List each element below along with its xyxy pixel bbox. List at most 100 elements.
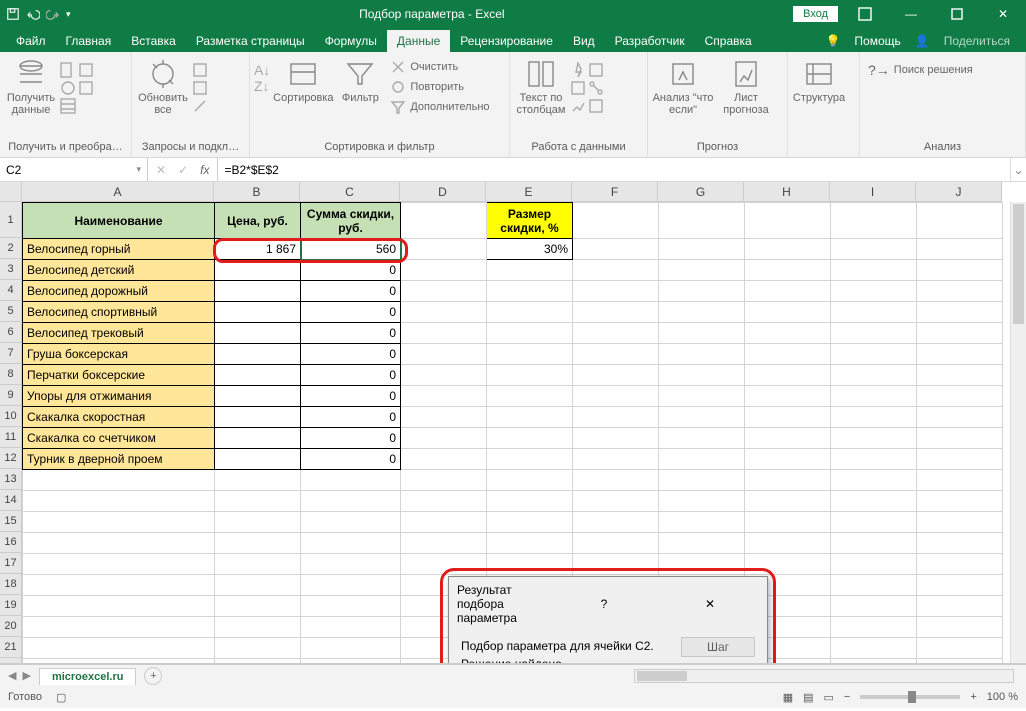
cell-F5[interactable] [573, 302, 659, 323]
sheet-tab-active[interactable]: microexcel.ru [39, 668, 137, 685]
cell-A18[interactable] [23, 575, 215, 596]
row-header-4[interactable]: 4 [0, 280, 22, 301]
col-header-H[interactable]: H [744, 182, 830, 202]
cell-D4[interactable] [401, 281, 487, 302]
cell-H16[interactable] [745, 533, 831, 554]
cell-D16[interactable] [401, 533, 487, 554]
cell-A5[interactable]: Велосипед спортивный [23, 302, 215, 323]
cell-A7[interactable]: Груша боксерская [23, 344, 215, 365]
cell-J13[interactable] [917, 470, 1003, 491]
cell-H8[interactable] [745, 365, 831, 386]
row-header-2[interactable]: 2 [0, 238, 22, 259]
cell-G6[interactable] [659, 323, 745, 344]
cell-A20[interactable] [23, 617, 215, 638]
row-header-21[interactable]: 21 [0, 637, 22, 658]
tab-review[interactable]: Рецензирование [450, 30, 563, 52]
existing-conn-icon[interactable] [78, 80, 94, 96]
dialog-close-icon[interactable]: ✕ [661, 597, 759, 611]
cell-H11[interactable] [745, 428, 831, 449]
cell-D7[interactable] [401, 344, 487, 365]
cell-B17[interactable] [215, 554, 301, 575]
cell-G5[interactable] [659, 302, 745, 323]
cell-I9[interactable] [831, 386, 917, 407]
from-table-icon[interactable] [60, 98, 76, 114]
reapply-button[interactable]: Повторить [386, 78, 493, 96]
cell-C5[interactable]: 0 [301, 302, 401, 323]
cell-H12[interactable] [745, 449, 831, 470]
cell-J2[interactable] [917, 239, 1003, 260]
recent-sources-icon[interactable] [78, 62, 94, 78]
cell-H17[interactable] [745, 554, 831, 575]
vertical-scrollbar[interactable] [1010, 202, 1026, 663]
share-button[interactable]: Поделиться [934, 30, 1020, 52]
row-header-11[interactable]: 11 [0, 427, 22, 448]
cell-H4[interactable] [745, 281, 831, 302]
cell-I14[interactable] [831, 491, 917, 512]
filter-button[interactable]: Фильтр [336, 58, 384, 104]
cell-J16[interactable] [917, 533, 1003, 554]
cell-F12[interactable] [573, 449, 659, 470]
row-header-22[interactable]: 22 [0, 658, 22, 664]
from-web-icon[interactable] [60, 80, 76, 96]
cell-H13[interactable] [745, 470, 831, 491]
cell-E4[interactable] [487, 281, 573, 302]
cell-G4[interactable] [659, 281, 745, 302]
sort-button[interactable]: Сортировка [272, 58, 334, 104]
col-header-I[interactable]: I [830, 182, 916, 202]
row-header-10[interactable]: 10 [0, 406, 22, 427]
cell-I19[interactable] [831, 596, 917, 617]
cell-G1[interactable] [659, 203, 745, 239]
get-data-button[interactable]: Получить данные [4, 58, 58, 116]
cell-D1[interactable] [401, 203, 487, 239]
zoom-in-icon[interactable]: + [970, 691, 976, 703]
cell-F4[interactable] [573, 281, 659, 302]
row-header-16[interactable]: 16 [0, 532, 22, 553]
cell-I5[interactable] [831, 302, 917, 323]
cell-E10[interactable] [487, 407, 573, 428]
cell-F6[interactable] [573, 323, 659, 344]
row-header-19[interactable]: 19 [0, 595, 22, 616]
cell-I21[interactable] [831, 638, 917, 659]
cell-H7[interactable] [745, 344, 831, 365]
view-normal-icon[interactable]: ▦ [783, 691, 793, 704]
solver-button[interactable]: ?→ Поиск решения [864, 58, 977, 79]
cell-E8[interactable] [487, 365, 573, 386]
cell-C7[interactable]: 0 [301, 344, 401, 365]
cell-C13[interactable] [301, 470, 401, 491]
cell-G7[interactable] [659, 344, 745, 365]
cell-B11[interactable] [215, 428, 301, 449]
view-layout-icon[interactable]: ▤ [803, 691, 813, 704]
cell-B2[interactable]: 1 867 [215, 239, 301, 260]
tab-help[interactable]: Справка [695, 30, 762, 52]
cell-B4[interactable] [215, 281, 301, 302]
row-header-15[interactable]: 15 [0, 511, 22, 532]
cell-E15[interactable] [487, 512, 573, 533]
cell-D8[interactable] [401, 365, 487, 386]
macro-record-icon[interactable]: ▢ [56, 691, 66, 704]
cell-G3[interactable] [659, 260, 745, 281]
cell-F8[interactable] [573, 365, 659, 386]
cell-I6[interactable] [831, 323, 917, 344]
cell-G17[interactable] [659, 554, 745, 575]
cell-E7[interactable] [487, 344, 573, 365]
cell-H3[interactable] [745, 260, 831, 281]
cell-C4[interactable]: 0 [301, 281, 401, 302]
cell-F10[interactable] [573, 407, 659, 428]
cell-B21[interactable] [215, 638, 301, 659]
fx-icon[interactable]: fx [200, 163, 209, 177]
cell-A12[interactable]: Турник в дверной проем [23, 449, 215, 470]
name-box-dropdown-icon[interactable]: ▾ [136, 164, 141, 175]
cell-I17[interactable] [831, 554, 917, 575]
cell-B14[interactable] [215, 491, 301, 512]
cell-G12[interactable] [659, 449, 745, 470]
cell-E14[interactable] [487, 491, 573, 512]
login-button[interactable]: Вход [793, 6, 838, 22]
cell-C21[interactable] [301, 638, 401, 659]
view-pagebreak-icon[interactable]: ▭ [824, 691, 834, 704]
cell-B13[interactable] [215, 470, 301, 491]
cell-E2[interactable]: 30% [487, 239, 573, 260]
cell-G16[interactable] [659, 533, 745, 554]
zoom-slider[interactable] [860, 695, 960, 699]
cell-A8[interactable]: Перчатки боксерские [23, 365, 215, 386]
cell-B6[interactable] [215, 323, 301, 344]
